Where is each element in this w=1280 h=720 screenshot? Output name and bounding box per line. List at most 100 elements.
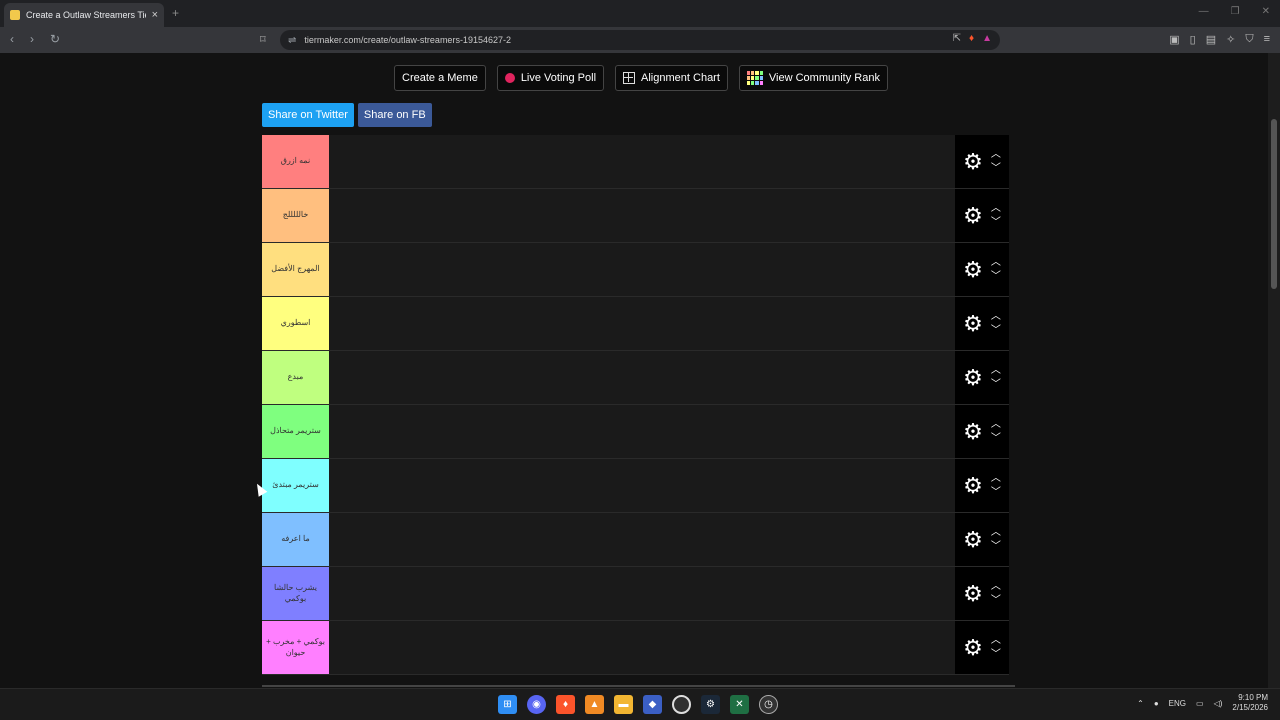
tier-label[interactable]: مبدع [262,351,329,404]
tier-drop-zone[interactable] [329,243,955,296]
new-tab-button[interactable]: + [172,6,179,20]
clock[interactable]: 9:10 PM 2/15/2026 [1232,693,1268,714]
brave-icon[interactable]: ♦ [556,695,575,714]
gear-icon[interactable]: ⚙ [963,258,983,281]
tier-label[interactable]: المهرج الأفضل [262,243,329,296]
brave-shields-icon[interactable]: ♦ [969,33,974,44]
tier-controls: ⚙ ︿ ﹀ [955,567,1009,620]
tier-label[interactable]: ما اعرفه [262,513,329,566]
browser-tab[interactable]: Create a Outlaw Streamers Tier List × [4,3,164,27]
gear-icon[interactable]: ⚙ [963,204,983,227]
move-up-icon[interactable]: ︿ [991,149,1001,160]
move-down-icon[interactable]: ﹀ [991,379,1001,390]
move-up-icon[interactable]: ︿ [991,581,1001,592]
site-info-icon[interactable]: ⇌ [288,35,296,46]
community-rank-button[interactable]: View Community Rank [738,65,888,91]
move-down-icon[interactable]: ﹀ [991,595,1001,606]
steam-icon[interactable]: ⚙ [701,695,720,714]
display-icon[interactable]: ▭ [1196,699,1204,708]
move-down-icon[interactable]: ﹀ [991,217,1001,228]
close-window-icon[interactable]: ✕ [1262,6,1270,17]
microphone-icon[interactable]: ● [1154,699,1159,708]
live-voting-poll-button[interactable]: Live Voting Poll [496,65,605,91]
gear-icon[interactable]: ⚙ [963,150,983,173]
scrollbar-thumb[interactable] [1271,119,1277,289]
move-up-icon[interactable]: ︿ [991,311,1001,322]
tier-drop-zone[interactable] [329,621,955,674]
gear-icon[interactable]: ⚙ [963,582,983,605]
wallet-icon[interactable]: ▤ [1206,33,1216,46]
clock-app-icon[interactable]: ◷ [759,695,778,714]
move-down-icon[interactable]: ﹀ [991,487,1001,498]
tier-label[interactable]: اسطوري [262,297,329,350]
terminal-icon[interactable]: ✕ [730,695,749,714]
tier-drop-zone[interactable] [329,513,955,566]
share-twitter-button[interactable]: Share on Twitter [262,103,354,127]
tray-overflow-icon[interactable]: ⌃ [1137,699,1144,708]
forward-icon[interactable]: › [30,32,34,46]
bookmark-icon[interactable]: ⌑ [260,33,266,46]
gear-icon[interactable]: ⚙ [963,636,983,659]
brave-rewards-icon[interactable]: ▲ [982,33,992,44]
move-down-icon[interactable]: ﹀ [991,541,1001,552]
discord-icon[interactable]: ◉ [527,695,546,714]
minimize-icon[interactable]: — [1199,6,1209,17]
language-indicator[interactable]: ENG [1169,699,1186,708]
address-bar[interactable]: ⇌ tiermaker.com/create/outlaw-streamers-… [280,30,1000,50]
start-icon[interactable]: ⊞ [498,695,517,714]
tier-label[interactable]: ستريمر متحاذل [262,405,329,458]
move-up-icon[interactable]: ︿ [991,473,1001,484]
sidebar-icon[interactable]: ▯ [1190,33,1196,46]
tab-close-icon[interactable]: × [152,9,158,21]
back-icon[interactable]: ‹ [10,32,14,46]
gear-icon[interactable]: ⚙ [963,366,983,389]
tier-drop-zone[interactable] [329,459,955,512]
move-down-icon[interactable]: ﹀ [991,271,1001,282]
gear-icon[interactable]: ⚙ [963,420,983,443]
obs-icon[interactable] [672,695,691,714]
volume-icon[interactable]: ◁) [1214,699,1223,708]
move-down-icon[interactable]: ﹀ [991,433,1001,444]
menu-icon[interactable]: ≡ [1264,33,1270,46]
page-scrollbar[interactable] [1268,53,1280,688]
create-meme-button[interactable]: Create a Meme [394,65,486,91]
tier-drop-zone[interactable] [329,567,955,620]
reload-icon[interactable]: ↻ [50,32,60,46]
tier-drop-zone[interactable] [329,351,955,404]
move-down-icon[interactable]: ﹀ [991,163,1001,174]
file-explorer-icon[interactable]: ▬ [614,695,633,714]
tier-row: يشرب حالشا بوكمي ⚙ ︿ ﹀ [262,567,1009,621]
move-down-icon[interactable]: ﹀ [991,649,1001,660]
tier-drop-zone[interactable] [329,297,955,350]
tier-drop-zone[interactable] [329,189,955,242]
move-up-icon[interactable]: ︿ [991,419,1001,430]
gear-icon[interactable]: ⚙ [963,312,983,335]
tier-label[interactable]: نمه ازرق [262,135,329,188]
tier-row: المهرج الأفضل ⚙ ︿ ﹀ [262,243,1009,297]
move-up-icon[interactable]: ︿ [991,203,1001,214]
aimp-icon[interactable]: ▲ [585,695,604,714]
share-icon[interactable]: ⇱ [953,33,961,44]
share-fb-button[interactable]: Share on FB [357,103,432,127]
tier-label[interactable]: بوكمي + مخرب + حيوان [262,621,329,674]
move-up-icon[interactable]: ︿ [991,365,1001,376]
vpn-icon[interactable]: ⛉ [1245,33,1253,46]
tier-label[interactable]: يشرب حالشا بوكمي [262,567,329,620]
tab-search-icon[interactable]: ▣ [1169,33,1179,46]
tier-label[interactable]: ستريمر مبتدئ [262,459,329,512]
app-icon[interactable]: ◆ [643,695,662,714]
tier-drop-zone[interactable] [329,405,955,458]
leo-ai-icon[interactable]: ✧ [1226,33,1235,46]
alignment-chart-button[interactable]: Alignment Chart [615,65,728,91]
gear-icon[interactable]: ⚙ [963,528,983,551]
window-controls: — ❐ ✕ [1199,6,1270,17]
maximize-icon[interactable]: ❐ [1231,6,1240,17]
tier-label[interactable]: خالللللج [262,189,329,242]
tier-drop-zone[interactable] [329,135,955,188]
move-up-icon[interactable]: ︿ [991,527,1001,538]
tier-row: ستريمر مبتدئ ⚙ ︿ ﹀ [262,459,1009,513]
move-up-icon[interactable]: ︿ [991,635,1001,646]
gear-icon[interactable]: ⚙ [963,474,983,497]
move-down-icon[interactable]: ﹀ [991,325,1001,336]
move-up-icon[interactable]: ︿ [991,257,1001,268]
